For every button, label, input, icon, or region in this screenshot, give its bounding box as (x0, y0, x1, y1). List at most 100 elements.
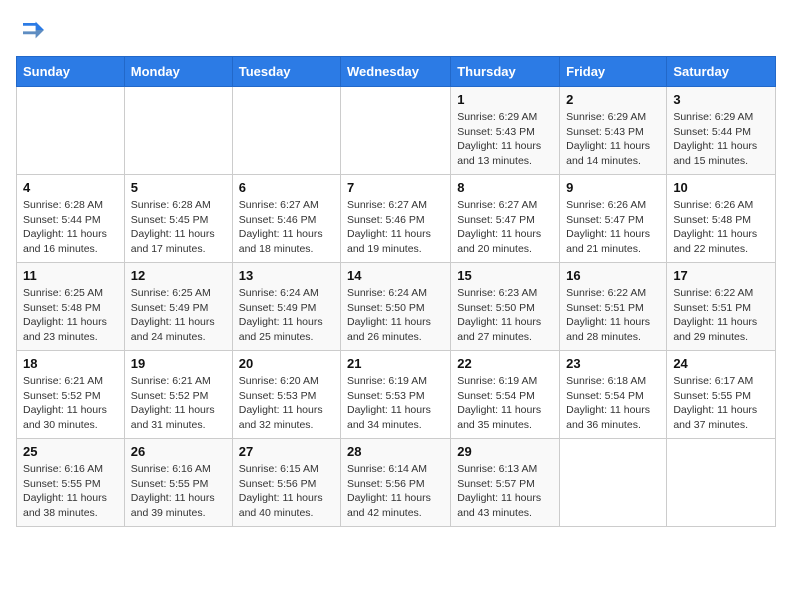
day-info: Sunrise: 6:19 AM Sunset: 5:54 PM Dayligh… (457, 374, 553, 433)
day-info: Sunrise: 6:16 AM Sunset: 5:55 PM Dayligh… (23, 462, 118, 521)
day-info: Sunrise: 6:22 AM Sunset: 5:51 PM Dayligh… (566, 286, 660, 345)
calendar-cell: 6Sunrise: 6:27 AM Sunset: 5:46 PM Daylig… (232, 175, 340, 263)
day-info: Sunrise: 6:27 AM Sunset: 5:47 PM Dayligh… (457, 198, 553, 257)
calendar-cell: 9 Sunrise: 6:26 AM Sunset: 5:47 PM Daylig… (560, 175, 667, 263)
calendar-cell: 17 Sunrise: 6:22 AM Sunset: 5:51 PM Dayli… (667, 263, 776, 351)
day-number: 17 (673, 268, 769, 283)
calendar-cell: 25 Sunrise: 6:16 AM Sunset: 5:55 PM Dayli… (17, 439, 125, 527)
calendar-cell: 12Sunrise: 6:25 AM Sunset: 5:49 PM Dayli… (124, 263, 232, 351)
calendar-cell: 1 Sunrise: 6:29 AM Sunset: 5:43 PM Daylig… (451, 87, 560, 175)
calendar-cell: 16 Sunrise: 6:22 AM Sunset: 5:51 PM Dayli… (560, 263, 667, 351)
calendar-cell: 3Sunrise: 6:29 AM Sunset: 5:44 PM Daylig… (667, 87, 776, 175)
calendar-cell: 24 Sunrise: 6:17 AM Sunset: 5:55 PM Dayli… (667, 351, 776, 439)
calendar-cell: 11Sunrise: 6:25 AM Sunset: 5:48 PM Dayli… (17, 263, 125, 351)
week-row-1: 1 Sunrise: 6:29 AM Sunset: 5:43 PM Daylig… (17, 87, 776, 175)
calendar-cell: 2 Sunrise: 6:29 AM Sunset: 5:43 PM Daylig… (560, 87, 667, 175)
calendar-cell (667, 439, 776, 527)
calendar-cell: 18 Sunrise: 6:21 AM Sunset: 5:52 PM Dayli… (17, 351, 125, 439)
day-number: 21 (347, 356, 444, 371)
day-header-monday: Monday (124, 57, 232, 87)
calendar-cell: 4 Sunrise: 6:28 AM Sunset: 5:44 PM Daylig… (17, 175, 125, 263)
week-row-5: 25 Sunrise: 6:16 AM Sunset: 5:55 PM Dayli… (17, 439, 776, 527)
day-number: 10 (673, 180, 769, 195)
calendar-cell (232, 87, 340, 175)
day-info: Sunrise: 6:25 AM Sunset: 5:48 PM Dayligh… (23, 286, 118, 345)
day-info: Sunrise: 6:29 AM Sunset: 5:43 PM Dayligh… (566, 110, 660, 169)
day-header-thursday: Thursday (451, 57, 560, 87)
day-number: 29 (457, 444, 553, 459)
calendar-table: SundayMondayTuesdayWednesdayThursdayFrid… (16, 56, 776, 527)
logo (16, 16, 48, 44)
day-number: 9 (566, 180, 660, 195)
calendar-cell: 26 Sunrise: 6:16 AM Sunset: 5:55 PM Dayli… (124, 439, 232, 527)
day-header-saturday: Saturday (667, 57, 776, 87)
calendar-cell: 5 Sunrise: 6:28 AM Sunset: 5:45 PM Daylig… (124, 175, 232, 263)
day-info: Sunrise: 6:24 AM Sunset: 5:50 PM Dayligh… (347, 286, 444, 345)
day-number: 8 (457, 180, 553, 195)
logo-icon (16, 16, 44, 44)
day-header-sunday: Sunday (17, 57, 125, 87)
day-number: 2 (566, 92, 660, 107)
day-header-row: SundayMondayTuesdayWednesdayThursdayFrid… (17, 57, 776, 87)
calendar-cell: 21 Sunrise: 6:19 AM Sunset: 5:53 PM Dayli… (341, 351, 451, 439)
day-number: 18 (23, 356, 118, 371)
day-number: 7 (347, 180, 444, 195)
day-number: 22 (457, 356, 553, 371)
day-info: Sunrise: 6:13 AM Sunset: 5:57 PM Dayligh… (457, 462, 553, 521)
day-number: 12 (131, 268, 226, 283)
day-info: Sunrise: 6:22 AM Sunset: 5:51 PM Dayligh… (673, 286, 769, 345)
day-number: 19 (131, 356, 226, 371)
day-info: Sunrise: 6:19 AM Sunset: 5:53 PM Dayligh… (347, 374, 444, 433)
day-number: 1 (457, 92, 553, 107)
day-number: 24 (673, 356, 769, 371)
day-number: 14 (347, 268, 444, 283)
calendar-cell: 27 Sunrise: 6:15 AM Sunset: 5:56 PM Dayli… (232, 439, 340, 527)
day-info: Sunrise: 6:24 AM Sunset: 5:49 PM Dayligh… (239, 286, 334, 345)
day-info: Sunrise: 6:15 AM Sunset: 5:56 PM Dayligh… (239, 462, 334, 521)
day-info: Sunrise: 6:20 AM Sunset: 5:53 PM Dayligh… (239, 374, 334, 433)
day-number: 28 (347, 444, 444, 459)
calendar-cell: 13Sunrise: 6:24 AM Sunset: 5:49 PM Dayli… (232, 263, 340, 351)
calendar-cell: 29 Sunrise: 6:13 AM Sunset: 5:57 PM Dayli… (451, 439, 560, 527)
day-info: Sunrise: 6:21 AM Sunset: 5:52 PM Dayligh… (23, 374, 118, 433)
day-info: Sunrise: 6:28 AM Sunset: 5:44 PM Dayligh… (23, 198, 118, 257)
day-number: 26 (131, 444, 226, 459)
calendar-cell: 23Sunrise: 6:18 AM Sunset: 5:54 PM Dayli… (560, 351, 667, 439)
day-info: Sunrise: 6:26 AM Sunset: 5:48 PM Dayligh… (673, 198, 769, 257)
day-header-friday: Friday (560, 57, 667, 87)
calendar-cell: 10 Sunrise: 6:26 AM Sunset: 5:48 PM Dayli… (667, 175, 776, 263)
calendar-cell (17, 87, 125, 175)
day-info: Sunrise: 6:17 AM Sunset: 5:55 PM Dayligh… (673, 374, 769, 433)
day-number: 5 (131, 180, 226, 195)
day-info: Sunrise: 6:28 AM Sunset: 5:45 PM Dayligh… (131, 198, 226, 257)
day-header-tuesday: Tuesday (232, 57, 340, 87)
calendar-cell: 8 Sunrise: 6:27 AM Sunset: 5:47 PM Daylig… (451, 175, 560, 263)
day-info: Sunrise: 6:27 AM Sunset: 5:46 PM Dayligh… (347, 198, 444, 257)
day-info: Sunrise: 6:27 AM Sunset: 5:46 PM Dayligh… (239, 198, 334, 257)
calendar-cell: 22 Sunrise: 6:19 AM Sunset: 5:54 PM Dayli… (451, 351, 560, 439)
day-info: Sunrise: 6:29 AM Sunset: 5:43 PM Dayligh… (457, 110, 553, 169)
day-info: Sunrise: 6:14 AM Sunset: 5:56 PM Dayligh… (347, 462, 444, 521)
day-info: Sunrise: 6:18 AM Sunset: 5:54 PM Dayligh… (566, 374, 660, 433)
day-info: Sunrise: 6:16 AM Sunset: 5:55 PM Dayligh… (131, 462, 226, 521)
day-number: 16 (566, 268, 660, 283)
day-info: Sunrise: 6:29 AM Sunset: 5:44 PM Dayligh… (673, 110, 769, 169)
day-number: 20 (239, 356, 334, 371)
day-number: 27 (239, 444, 334, 459)
calendar-cell (560, 439, 667, 527)
calendar-cell: 15 Sunrise: 6:23 AM Sunset: 5:50 PM Dayli… (451, 263, 560, 351)
day-header-wednesday: Wednesday (341, 57, 451, 87)
day-number: 25 (23, 444, 118, 459)
calendar-cell: 19 Sunrise: 6:21 AM Sunset: 5:52 PM Dayli… (124, 351, 232, 439)
week-row-4: 18 Sunrise: 6:21 AM Sunset: 5:52 PM Dayli… (17, 351, 776, 439)
day-info: Sunrise: 6:26 AM Sunset: 5:47 PM Dayligh… (566, 198, 660, 257)
day-number: 15 (457, 268, 553, 283)
page-header (16, 16, 776, 44)
week-row-3: 11Sunrise: 6:25 AM Sunset: 5:48 PM Dayli… (17, 263, 776, 351)
calendar-cell (124, 87, 232, 175)
day-info: Sunrise: 6:21 AM Sunset: 5:52 PM Dayligh… (131, 374, 226, 433)
day-info: Sunrise: 6:23 AM Sunset: 5:50 PM Dayligh… (457, 286, 553, 345)
calendar-cell: 7 Sunrise: 6:27 AM Sunset: 5:46 PM Daylig… (341, 175, 451, 263)
day-number: 4 (23, 180, 118, 195)
calendar-cell: 28 Sunrise: 6:14 AM Sunset: 5:56 PM Dayli… (341, 439, 451, 527)
